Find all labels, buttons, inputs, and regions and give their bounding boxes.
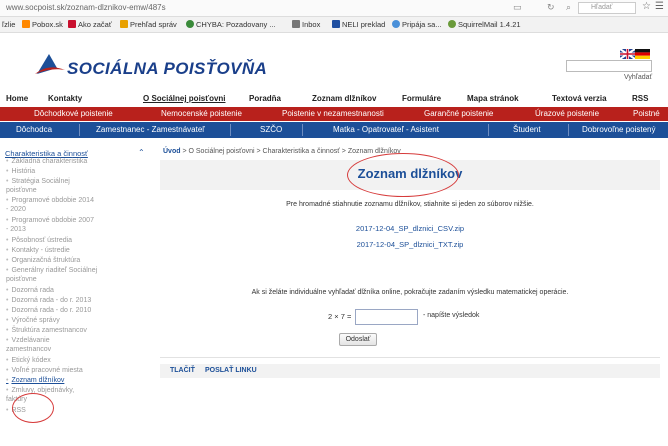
- submit-button[interactable]: Odoslať: [339, 333, 377, 346]
- nav-dobrovolne-poisteny[interactable]: Dobrovoľne poistený: [582, 125, 656, 134]
- captcha-row: 2 × 7 = - napíšte výsledok: [160, 309, 660, 325]
- nav-o-socialnej-poistovni[interactable]: O Sociálnej poisťovni: [143, 94, 226, 103]
- bookmarks-bar: ľzlie Pobox.sk Ako začať Prehľad správ C…: [0, 17, 668, 33]
- nav-formulare[interactable]: Formuláre: [402, 94, 441, 103]
- nav-separator: [79, 124, 80, 136]
- sidebar-item[interactable]: • Voľné pracovné miesta: [6, 367, 136, 376]
- captcha-hint: - napíšte výsledok: [423, 312, 480, 319]
- pobox-icon: [22, 20, 30, 28]
- sidebar-item-zoznam-dlznikov[interactable]: • Zoznam dlžníkov: [6, 377, 136, 386]
- action-bar: TLAČIŤ POSLAŤ LINKU: [160, 364, 660, 378]
- sidebar-item[interactable]: • Programové obdobie 2007 - 2013: [6, 217, 98, 234]
- breadcrumb: Úvod > O Sociálnej poisťovni > Charakter…: [163, 148, 401, 155]
- nav-urazove-poistenie[interactable]: Úrazové poistenie: [535, 109, 599, 118]
- sidebar-item[interactable]: • Kontakty - ústredie: [6, 247, 136, 256]
- file-link-txt[interactable]: 2017-12-04_SP_dlznici_TXT.zip: [160, 240, 660, 249]
- nav-separator: [488, 124, 489, 136]
- nav-matka-opatrovatel-asistent[interactable]: Matka - Opatrovateľ - Asistent: [333, 125, 439, 134]
- nav-szco[interactable]: SZČO: [260, 125, 282, 134]
- bookmark-item[interactable]: Pobox.sk: [22, 20, 63, 29]
- sidebar-item[interactable]: • Dozorná rada: [6, 287, 136, 296]
- sidebar-item[interactable]: • Dozorná rada - do r. 2013: [6, 297, 136, 306]
- menu-icon[interactable]: ☰: [655, 1, 664, 12]
- nav-poistne[interactable]: Poistné: [633, 109, 660, 118]
- neli-icon: [332, 20, 340, 28]
- nav-poradna[interactable]: Poradňa: [249, 94, 281, 103]
- bookmark-item[interactable]: Prehľad správ: [120, 20, 177, 29]
- sidebar-item[interactable]: • Dozorná rada - do r. 2010: [6, 307, 136, 316]
- bookmark-item[interactable]: Ako začať: [68, 20, 112, 29]
- nav-separator: [302, 124, 303, 136]
- bookmark-item[interactable]: Pripája sa...: [392, 20, 442, 29]
- logo-icon[interactable]: [35, 52, 65, 76]
- language-flag-icon[interactable]: [620, 49, 650, 59]
- ako-zacat-icon: [68, 20, 76, 28]
- file-link-csv[interactable]: 2017-12-04_SP_dlznici_CSV.zip: [160, 224, 660, 233]
- sidebar-item[interactable]: • Vzdelávanie zamestnancov: [6, 337, 86, 354]
- download-intro: Pre hromadné stiahnutie zoznamu dlžníkov…: [286, 201, 534, 208]
- sidebar-item[interactable]: • Stratégia Sociálnej poisťovne: [6, 178, 98, 195]
- print-link[interactable]: TLAČIŤ: [170, 367, 195, 374]
- logo-text[interactable]: SOCIÁLNA POISŤOVŇA: [67, 59, 267, 79]
- browser-url-bar: www.socpoist.sk/zoznam-dlznikov-emw/487s…: [0, 0, 668, 17]
- breadcrumb-path[interactable]: > O Sociálnej poisťovni > Charakteristik…: [182, 148, 400, 155]
- online-search-text: Ak si želáte individuálne vyhľadať dlžní…: [251, 289, 569, 296]
- sidebar-item[interactable]: • Výročné správy: [6, 317, 136, 326]
- collapse-icon[interactable]: ⌃: [138, 148, 145, 157]
- nav-mapa-stranok[interactable]: Mapa stránok: [467, 94, 519, 103]
- sidebar-item[interactable]: • Základná charakteristika: [6, 158, 136, 167]
- bookmark-item[interactable]: CHYBA: Pozadovany ...: [186, 20, 276, 29]
- find-input[interactable]: Hľadať: [578, 2, 636, 14]
- nav-zoznam-dlznikov[interactable]: Zoznam dlžníkov: [312, 94, 376, 103]
- search-link[interactable]: Vyhľadať: [624, 74, 652, 81]
- bookmark-item[interactable]: NELI preklad: [332, 20, 385, 29]
- divider: [160, 357, 660, 358]
- nav-zamestnanec-zamestnavatel[interactable]: Zamestnanec - Zamestnávateľ: [96, 125, 205, 134]
- nav-nemocenske-poistenie[interactable]: Nemocenské poistenie: [161, 109, 242, 118]
- top-nav: Home Kontakty O Sociálnej poisťovni Pora…: [0, 94, 668, 106]
- squirrelmail-icon: [448, 20, 456, 28]
- reader-icon[interactable]: ▭: [513, 2, 522, 13]
- nav-rss[interactable]: RSS: [632, 94, 648, 103]
- star-icon[interactable]: ☆: [642, 1, 651, 12]
- sidebar-item[interactable]: • Štruktúra zamestnancov: [6, 327, 136, 336]
- insurance-nav: Dôchodkové poistenie Nemocenské poisteni…: [0, 107, 668, 121]
- nav-student[interactable]: Študent: [513, 125, 541, 134]
- nav-kontakty[interactable]: Kontakty: [48, 94, 82, 103]
- annotation-circle: [12, 393, 54, 423]
- search-input[interactable]: [566, 60, 652, 72]
- audience-nav: Dôchodca Zamestnanec - Zamestnávateľ SZČ…: [0, 122, 668, 138]
- nav-separator: [230, 124, 231, 136]
- nav-dochodca[interactable]: Dôchodca: [16, 125, 52, 134]
- nav-textova-verzia[interactable]: Textová verzia: [552, 94, 607, 103]
- sidebar-title[interactable]: Charakteristika a činnosť: [5, 149, 88, 158]
- captcha-input[interactable]: [355, 309, 418, 325]
- reload-icon[interactable]: ↻: [547, 2, 555, 13]
- find-icon: ⌕: [566, 2, 572, 12]
- sidebar-item[interactable]: • História: [6, 168, 136, 177]
- sidebar-item[interactable]: • Generálny riaditeľ Sociálnej poisťovne: [6, 267, 98, 284]
- url-text[interactable]: www.socpoist.sk/zoznam-dlznikov-emw/487s: [6, 3, 166, 12]
- globe-icon: [186, 20, 194, 28]
- nav-poistenie-v-nezamestnanosti[interactable]: Poistenie v nezamestnanosti: [282, 109, 384, 118]
- sidebar-item[interactable]: • Etický kódex: [6, 357, 136, 366]
- captcha-question: 2 × 7 =: [328, 312, 352, 321]
- sidebar-item[interactable]: • Pôsobnosť ústredia: [6, 237, 136, 246]
- folder-icon: [120, 20, 128, 28]
- sidebar-item[interactable]: • Programové obdobie 2014 - 2020: [6, 197, 98, 214]
- breadcrumb-home[interactable]: Úvod: [163, 148, 181, 155]
- send-link[interactable]: POSLAŤ LINKU: [205, 367, 257, 374]
- bookmark-item[interactable]: SquirrelMail 1.4.21: [448, 20, 521, 29]
- inbox-icon: [292, 20, 300, 28]
- nav-home[interactable]: Home: [6, 94, 28, 103]
- nav-dochodkove-poistenie[interactable]: Dôchodkové poistenie: [34, 109, 113, 118]
- loading-icon: [392, 20, 400, 28]
- nav-garancne-poistenie[interactable]: Garančné poistenie: [424, 109, 493, 118]
- annotation-circle: [347, 153, 459, 197]
- sidebar-item[interactable]: • Organizačná štruktúra: [6, 257, 136, 266]
- nav-separator: [568, 124, 569, 136]
- bookmark-item[interactable]: ľzlie: [2, 20, 15, 29]
- bookmark-item[interactable]: Inbox: [292, 20, 320, 29]
